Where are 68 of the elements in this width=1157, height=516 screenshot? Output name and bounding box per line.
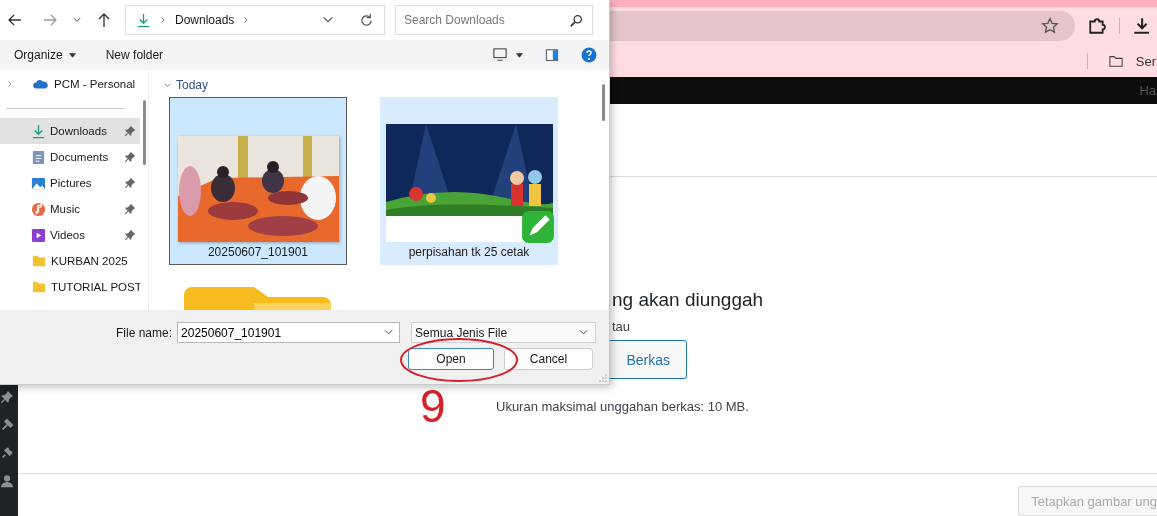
nav-item[interactable]: TUTORIAL POST: [0, 274, 140, 300]
pin-icon: [124, 151, 136, 163]
pin-icon: [0, 390, 14, 404]
view-button[interactable]: [492, 48, 523, 62]
file-tile[interactable]: perpisahan tk 25 cetak: [380, 97, 558, 265]
file-tile[interactable]: 20250607_101901: [169, 97, 347, 265]
open-button[interactable]: Open: [408, 348, 494, 370]
caret-icon: [516, 52, 523, 58]
preview-pane-icon: [545, 48, 559, 62]
organize-menu[interactable]: Organize: [14, 48, 76, 62]
nav-item[interactable]: Pictures: [0, 170, 140, 196]
nav-item[interactable]: Music: [0, 196, 140, 222]
nav-item[interactable]: Videos: [0, 222, 140, 248]
folder-icon: [1107, 54, 1124, 68]
help-icon: [581, 47, 597, 63]
address-field[interactable]: Downloads: [125, 5, 385, 35]
star-icon: [1041, 17, 1059, 35]
file-name: perpisahan tk 25 cetak: [408, 244, 530, 261]
file-name: 20250607_101901: [207, 244, 309, 261]
plug-icon: [0, 446, 14, 460]
group-header[interactable]: Today: [149, 76, 215, 94]
puzzle-icon: [1088, 17, 1106, 35]
up-arrow-icon: [96, 12, 112, 28]
or-text: tau: [612, 319, 631, 335]
nav-item[interactable]: Documents: [0, 144, 140, 170]
pin-icon: [124, 203, 136, 215]
chevron-right-icon: [159, 16, 167, 24]
chevron-down-icon: [72, 15, 82, 25]
file-name-field[interactable]: 20250607_101901: [177, 322, 401, 343]
upload-heading: ng akan diunggah: [612, 288, 764, 313]
scrollbar-thumb[interactable]: [601, 84, 605, 121]
hammer-icon: [0, 418, 14, 432]
new-folder-button[interactable]: New folder: [105, 48, 164, 62]
pin-icon: [124, 177, 136, 189]
image-icon: [31, 175, 46, 191]
folder-icon: [31, 254, 47, 268]
pin-icon: [124, 229, 136, 241]
chevron-right-icon: [6, 80, 14, 88]
cloud-icon: [31, 78, 49, 90]
search-field[interactable]: Search Downloads: [395, 5, 593, 35]
cancel-button[interactable]: Cancel: [504, 348, 593, 370]
document-icon: [31, 149, 46, 165]
nav-item[interactable]: Downloads: [0, 118, 140, 144]
download-icon: [31, 123, 46, 139]
file-type-dropdown[interactable]: Semua Jenis File: [411, 322, 597, 343]
music-icon: [31, 201, 46, 217]
nav-item[interactable]: KURBAN 2025: [0, 248, 140, 274]
scrollbar-thumb[interactable]: [142, 100, 146, 165]
caret-icon: [68, 52, 76, 58]
download-icon: [1133, 17, 1149, 35]
search-icon: [570, 14, 583, 27]
folder-icon: [31, 280, 47, 294]
step-number: 9: [420, 383, 447, 430]
nav-item[interactable]: PCM - Personal: [0, 70, 140, 98]
download-icon: [136, 12, 151, 28]
file-name-label: File name:: [116, 325, 173, 340]
forward-arrow-icon: [42, 12, 58, 28]
monitor-icon: [492, 48, 508, 62]
pin-icon: [124, 125, 136, 137]
video-icon: [31, 227, 46, 243]
pen-icon: [520, 210, 555, 244]
breadcrumb-item[interactable]: Downloads: [175, 13, 235, 27]
refresh-icon: [359, 12, 374, 28]
max-size-note: Ukuran maksimal unggahan berkas: 10 MB.: [496, 398, 749, 414]
resize-grip-icon: [599, 374, 607, 382]
back-arrow-icon: [7, 12, 23, 28]
bookmark-folder[interactable]: Ser: [1135, 53, 1156, 69]
user-icon: [0, 474, 14, 488]
